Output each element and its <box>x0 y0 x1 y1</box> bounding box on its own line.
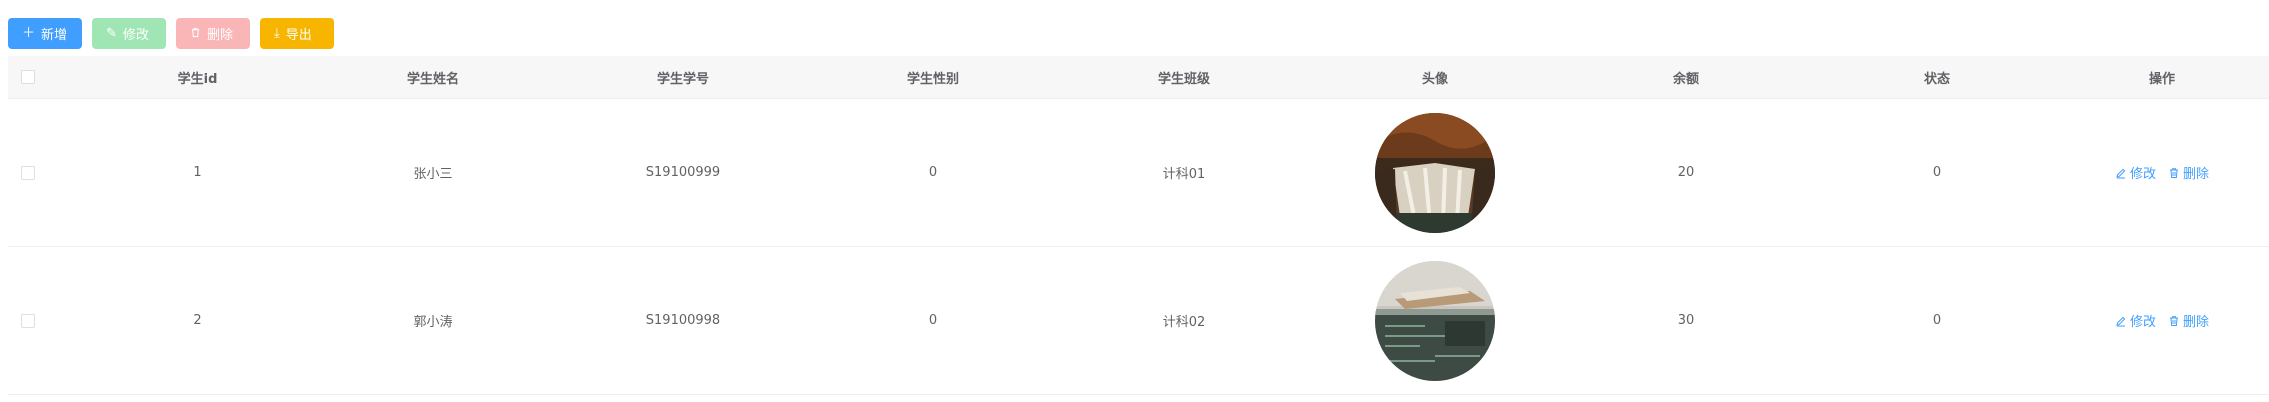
row-delete-label: 删除 <box>2183 315 2210 330</box>
avatar <box>1375 260 1495 381</box>
cell-id: 1 <box>193 165 202 180</box>
row-select-cell <box>8 99 48 246</box>
trash-icon <box>2170 315 2178 326</box>
edit-icon: ✎ <box>106 26 117 41</box>
cell-status: 0 <box>1932 313 1942 328</box>
row-select-cell <box>8 247 48 394</box>
row-delete-link[interactable]: 删除 <box>2168 163 2209 182</box>
delete-button-label: 删除 <box>207 28 234 43</box>
cell-gender: 0 <box>928 165 938 180</box>
row-delete-label: 删除 <box>2183 167 2210 182</box>
header-id: 学生id <box>177 71 218 87</box>
cell-avatar <box>1310 99 1560 246</box>
trash-icon <box>2170 167 2178 178</box>
select-all-checkbox[interactable] <box>21 70 35 84</box>
cell-name: 张小三 <box>413 167 453 182</box>
plus-icon: ＋ <box>22 26 36 41</box>
trash-icon <box>190 27 201 41</box>
edit-button[interactable]: ✎ 修改 <box>92 18 166 49</box>
cell-balance: 30 <box>1677 313 1695 328</box>
cell-actions: 修改 删除 <box>2062 247 2262 394</box>
header-avatar: 头像 <box>1421 71 1448 87</box>
table-row: 1 张小三 S19100999 0 计科01 20 0 修改 删除 <box>8 99 2269 247</box>
row-checkbox[interactable] <box>21 313 35 328</box>
cell-class: 计科02 <box>1162 315 1206 330</box>
header-number: 学生学号 <box>656 71 709 87</box>
cell-number: S19100999 <box>645 165 721 180</box>
header-class: 学生班级 <box>1157 71 1210 87</box>
toolbar: ＋ 新增 ✎ 修改 删除 ⤓ 导出 <box>8 18 334 49</box>
export-button-label: 导出 <box>285 28 312 43</box>
student-table: 学生id 学生姓名 学生学号 学生性别 学生班级 头像 余额 状态 操作 1 张… <box>8 56 2269 395</box>
waterfall-image <box>1375 112 1495 233</box>
cell-id: 2 <box>193 313 202 328</box>
header-name: 学生姓名 <box>406 71 459 87</box>
header-actions: 操作 <box>2148 71 2175 87</box>
cell-number: S19100998 <box>645 313 721 328</box>
row-edit-link[interactable]: 修改 <box>2115 311 2156 330</box>
cell-name: 郭小涛 <box>413 315 453 330</box>
row-checkbox[interactable] <box>21 165 35 180</box>
row-delete-link[interactable]: 删除 <box>2168 311 2209 330</box>
table-row: 2 郭小涛 S19100998 0 计科02 30 0 修改 删除 <box>8 247 2269 395</box>
cell-balance: 20 <box>1677 165 1695 180</box>
avatar <box>1375 112 1495 233</box>
edit-button-label: 修改 <box>122 28 149 43</box>
header-status: 状态 <box>1923 71 1950 87</box>
row-edit-label: 修改 <box>2129 315 2156 330</box>
add-button-label: 新增 <box>41 28 68 43</box>
row-edit-label: 修改 <box>2129 167 2156 182</box>
delete-button[interactable]: 删除 <box>176 18 250 49</box>
cell-avatar <box>1310 247 1560 394</box>
edit-icon <box>2116 316 2126 326</box>
cell-actions: 修改 删除 <box>2062 99 2262 246</box>
cell-gender: 0 <box>928 313 938 328</box>
cell-status: 0 <box>1932 165 1942 180</box>
select-all-cell <box>8 56 48 98</box>
export-button[interactable]: ⤓ 导出 <box>260 18 334 49</box>
add-button[interactable]: ＋ 新增 <box>8 18 82 49</box>
cell-class: 计科01 <box>1162 167 1206 182</box>
row-edit-link[interactable]: 修改 <box>2115 163 2156 182</box>
table-header: 学生id 学生姓名 学生学号 学生性别 学生班级 头像 余额 状态 操作 <box>8 56 2269 99</box>
desk-image <box>1375 260 1495 381</box>
download-icon: ⤓ <box>274 26 280 41</box>
edit-icon <box>2116 168 2126 178</box>
header-balance: 余额 <box>1672 71 1699 87</box>
header-gender: 学生性别 <box>906 71 959 87</box>
